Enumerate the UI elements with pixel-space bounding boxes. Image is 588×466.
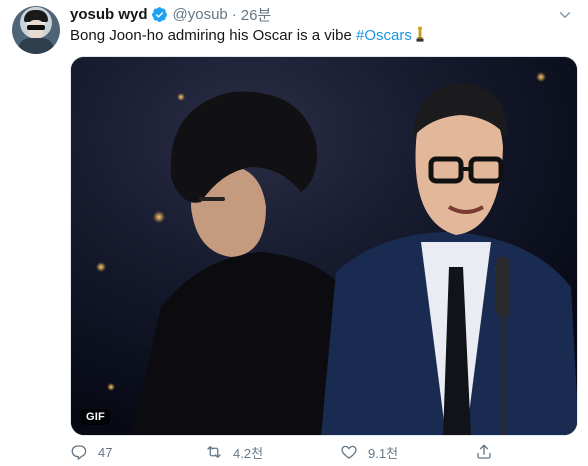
tweet-text-body: Bong Joon-ho admiring his Oscar is a vib…	[70, 27, 356, 44]
reply-button[interactable]: 47	[70, 443, 205, 461]
tweet-header: yosub wyd @yosub · 26분	[70, 4, 271, 24]
gif-frame-illustration	[71, 57, 577, 435]
avatar-body	[18, 38, 54, 54]
like-count: 9.1천	[368, 445, 399, 461]
retweet-button[interactable]: 4.2천	[205, 443, 340, 462]
user-handle[interactable]: @yosub	[173, 6, 228, 23]
gif-media[interactable]: GIF	[70, 56, 578, 436]
share-button[interactable]	[475, 443, 503, 461]
separator-dot: ·	[231, 5, 237, 23]
avatar[interactable]	[12, 6, 60, 54]
reply-count: 47	[98, 444, 113, 460]
retweet-icon	[207, 446, 221, 458]
retweet-count: 4.2천	[233, 445, 264, 461]
oscar-trophy-icon	[415, 26, 425, 42]
chevron-down-icon[interactable]	[556, 6, 574, 24]
tweet-actions: 47 4.2천 9.1천	[70, 442, 510, 462]
display-name[interactable]: yosub wyd	[70, 6, 148, 23]
avatar-glasses	[27, 25, 45, 30]
hashtag-link[interactable]: #Oscars	[356, 27, 412, 44]
timestamp[interactable]: 26분	[241, 4, 272, 25]
heart-icon	[341, 445, 357, 459]
share-icon	[477, 444, 491, 459]
verified-badge-icon	[151, 6, 168, 23]
like-button[interactable]: 9.1천	[340, 443, 475, 462]
tweet-text: Bong Joon-ho admiring his Oscar is a vib…	[70, 26, 425, 46]
reply-icon	[71, 445, 87, 460]
gif-badge: GIF	[81, 409, 110, 425]
